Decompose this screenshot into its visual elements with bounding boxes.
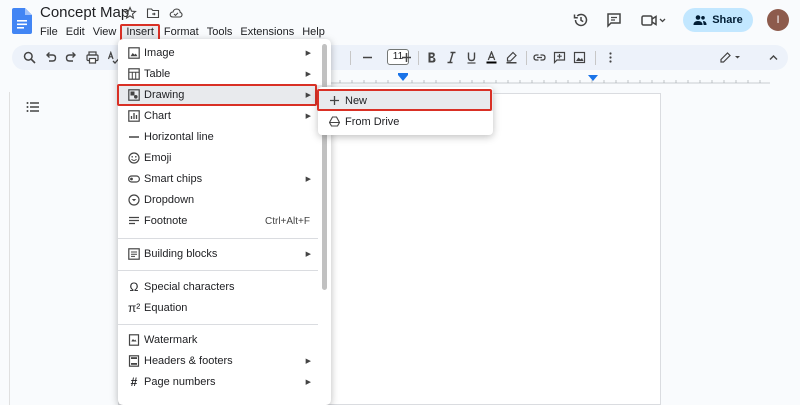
- share-label: Share: [712, 14, 743, 26]
- editing-mode-icon[interactable]: [719, 51, 743, 64]
- menu-scrollbar[interactable]: [322, 44, 327, 290]
- menu-item-dropdown[interactable]: Dropdown: [118, 190, 331, 210]
- highlight-color-icon[interactable]: [505, 51, 518, 64]
- dropdown-icon: [128, 194, 140, 206]
- docs-logo-icon[interactable]: [12, 8, 32, 34]
- menu-divider: [118, 270, 318, 271]
- more-options-icon[interactable]: [604, 51, 617, 64]
- menu-item-table[interactable]: Table ▶: [118, 64, 331, 84]
- vertical-ruler[interactable]: [0, 92, 10, 405]
- omega-icon: Ω: [129, 280, 139, 294]
- submenu-arrow-icon: ▶: [305, 50, 311, 57]
- menu-item-page-numbers[interactable]: # Page numbers ▶: [118, 372, 331, 392]
- underline-icon[interactable]: [465, 51, 478, 64]
- print-icon[interactable]: [86, 51, 99, 64]
- move-folder-icon[interactable]: [146, 6, 160, 20]
- menu-help[interactable]: Help: [298, 24, 329, 40]
- cloud-status-icon[interactable]: [169, 6, 183, 20]
- watermark-icon: [128, 334, 140, 346]
- menu-item-building-blocks[interactable]: Building blocks ▶: [118, 244, 331, 264]
- menu-item-footnote[interactable]: Footnote Ctrl+Alt+F: [118, 211, 331, 231]
- increase-font-size-icon[interactable]: [400, 51, 413, 64]
- chart-icon: [128, 110, 140, 122]
- table-icon: [128, 68, 140, 80]
- headers-footers-icon: [128, 355, 140, 367]
- menu-extensions[interactable]: Extensions: [236, 24, 298, 40]
- menu-item-headers-footers[interactable]: Headers & footers ▶: [118, 351, 331, 371]
- italic-icon[interactable]: [445, 51, 458, 64]
- add-comment-icon[interactable]: [553, 51, 566, 64]
- menu-item-image[interactable]: Image ▶: [118, 43, 331, 63]
- page-numbers-icon: #: [130, 375, 138, 389]
- menu-item-equation[interactable]: π² Equation: [118, 298, 331, 318]
- link-icon[interactable]: [533, 51, 546, 64]
- document-title[interactable]: Concept Map: [40, 4, 129, 21]
- menu-divider: [118, 238, 318, 239]
- menu-view[interactable]: View: [89, 24, 121, 40]
- header: Concept Map File Edit View Insert Format…: [0, 0, 800, 42]
- star-icon[interactable]: [123, 6, 137, 20]
- submenu-arrow-icon: ▶: [305, 113, 311, 120]
- building-blocks-icon: [128, 248, 140, 260]
- menu-format[interactable]: Format: [160, 24, 203, 40]
- footnote-shortcut: Ctrl+Alt+F: [264, 215, 310, 227]
- menu-file[interactable]: File: [36, 24, 62, 40]
- submenu-item-from-drive[interactable]: From Drive: [318, 111, 493, 132]
- menu-item-chart[interactable]: Chart ▶: [118, 106, 331, 126]
- menu-item-special-characters[interactable]: Ω Special characters: [118, 277, 331, 297]
- horizontal-line-icon: [128, 131, 140, 143]
- share-button[interactable]: Share: [683, 8, 753, 32]
- footnote-icon: [128, 215, 140, 227]
- menu-item-emoji[interactable]: Emoji: [118, 148, 331, 168]
- drive-icon: [329, 116, 340, 127]
- meet-icon[interactable]: [640, 11, 666, 29]
- submenu-arrow-icon: ▶: [305, 71, 311, 78]
- pi-icon: π²: [128, 301, 141, 315]
- insert-image-icon[interactable]: [573, 51, 586, 64]
- drawing-highlight-box: [117, 84, 317, 106]
- bold-icon[interactable]: [425, 51, 438, 64]
- new-drawing-highlight-box: [317, 89, 492, 111]
- document-outline-icon[interactable]: [26, 100, 40, 114]
- redo-icon[interactable]: [65, 51, 78, 64]
- smart-chips-icon: [128, 173, 140, 185]
- undo-icon[interactable]: [44, 51, 57, 64]
- menu-edit[interactable]: Edit: [62, 24, 89, 40]
- people-icon: [693, 15, 707, 25]
- menu-item-watermark[interactable]: Watermark: [118, 330, 331, 350]
- menu-divider: [118, 324, 318, 325]
- submenu-arrow-icon: ▶: [305, 379, 311, 386]
- avatar[interactable]: I: [767, 9, 789, 31]
- menu-item-horizontal-line[interactable]: Horizontal line: [118, 127, 331, 147]
- text-color-icon[interactable]: [485, 51, 498, 64]
- collapse-toolbar-icon[interactable]: [767, 51, 780, 64]
- submenu-arrow-icon: ▶: [305, 176, 311, 183]
- image-icon: [128, 47, 140, 59]
- decrease-font-size-icon[interactable]: [361, 51, 374, 64]
- horizontal-ruler[interactable]: [330, 72, 770, 86]
- comments-icon[interactable]: [605, 11, 623, 29]
- version-history-icon[interactable]: [572, 11, 590, 29]
- menu-item-smart-chips[interactable]: Smart chips ▶: [118, 169, 331, 189]
- submenu-arrow-icon: ▶: [305, 251, 311, 258]
- emoji-icon: [128, 152, 140, 164]
- submenu-arrow-icon: ▶: [305, 358, 311, 365]
- menu-tools[interactable]: Tools: [203, 24, 237, 40]
- search-icon[interactable]: [23, 51, 36, 64]
